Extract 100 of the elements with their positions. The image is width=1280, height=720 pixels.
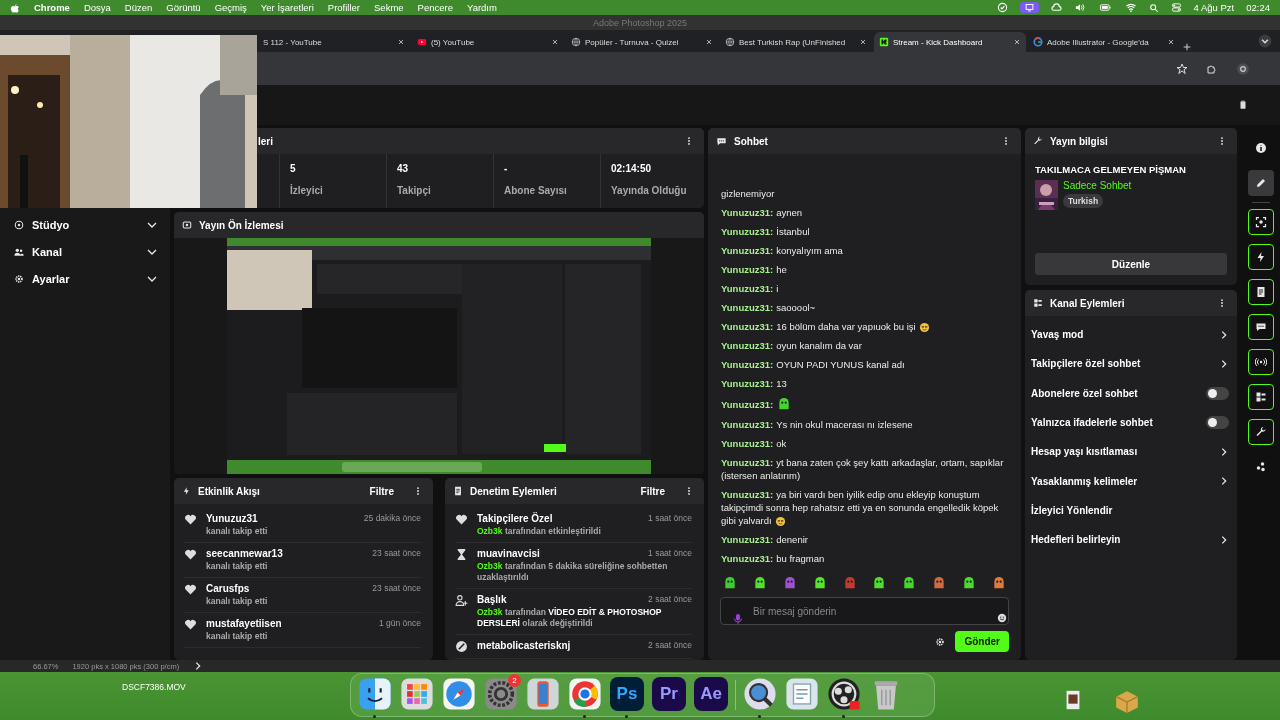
send-button[interactable]: Gönder xyxy=(955,631,1009,652)
rail-button[interactable] xyxy=(1247,209,1274,235)
close-icon[interactable] xyxy=(551,38,559,46)
mic-icon[interactable] xyxy=(732,613,744,625)
action-title: Başlık xyxy=(477,594,507,605)
compass-icon[interactable] xyxy=(442,677,476,711)
battery-icon[interactable] xyxy=(1097,2,1113,13)
globe-icon xyxy=(571,37,581,47)
app-tile[interactable]: Ae xyxy=(694,677,728,711)
menu-item[interactable]: Sekme xyxy=(374,2,404,13)
browser-tab[interactable]: S 112 - YouTube xyxy=(258,32,410,52)
search-icon[interactable] xyxy=(1148,2,1159,13)
action-row[interactable]: Yalnızca ifadelerle sohbet xyxy=(1025,407,1237,438)
close-icon[interactable] xyxy=(397,38,405,46)
app-tile[interactable]: Ps xyxy=(610,677,644,711)
action-row[interactable]: Hedefleri belirleyin xyxy=(1025,525,1237,555)
file-label[interactable]: DSCF7386.MOV xyxy=(122,682,186,692)
browser-tab[interactable]: Popüler - Turnuva - Quizei xyxy=(566,32,718,52)
event-user: Carusfps xyxy=(206,583,250,594)
menu-item[interactable]: Profiller xyxy=(327,2,361,13)
rail-button[interactable] xyxy=(1247,419,1274,445)
action-row[interactable]: Abonelere özel sohbet xyxy=(1025,378,1237,408)
stat-value: 5 xyxy=(290,163,297,174)
rail-button[interactable] xyxy=(1247,279,1274,305)
profile-icon[interactable] xyxy=(1236,61,1250,76)
apple-icon[interactable] xyxy=(10,2,20,13)
sidebar-item[interactable]: Stüdyo xyxy=(0,216,170,234)
menu-item[interactable]: Yer İşaretleri xyxy=(260,2,314,13)
action-row[interactable]: Yavaş mod xyxy=(1025,320,1237,350)
action-row[interactable]: İzleyici Yönlendir xyxy=(1025,495,1237,526)
close-icon[interactable] xyxy=(1167,38,1175,46)
menu-item[interactable]: Görüntü xyxy=(166,2,201,13)
record-icon[interactable] xyxy=(827,677,861,711)
filter-button[interactable]: Filtre xyxy=(640,485,677,497)
filter-button[interactable]: Filtre xyxy=(369,485,406,497)
category-link[interactable]: Sadece Sohbet xyxy=(1063,180,1132,191)
toggles-icon[interactable] xyxy=(1170,2,1182,13)
chat-message: Yunuzuz31: OYUN PADI YUNUS kanal adı xyxy=(721,359,905,370)
phone-icon[interactable] xyxy=(526,677,560,711)
panel-title: Yayın Ön İzlemesi xyxy=(199,219,285,231)
edit-button[interactable]: Düzenle xyxy=(1035,253,1227,275)
browser-tab[interactable]: Adobe Illustrator - Google'da xyxy=(1028,32,1180,52)
rail-button[interactable] xyxy=(1247,384,1274,410)
clipboard-icon[interactable] xyxy=(1238,99,1248,111)
close-icon[interactable] xyxy=(705,38,713,46)
emoji-icon[interactable] xyxy=(997,613,1007,623)
sidebar-item[interactable]: Kanal xyxy=(0,243,170,261)
menu-item[interactable]: Pencere xyxy=(417,2,453,13)
menu-date[interactable]: 4 Ağu Pzt xyxy=(1193,2,1235,13)
close-icon[interactable] xyxy=(859,38,867,46)
action-detail: Ozb3k tarafından VİDEO EDİT & PHOTOSHOP DERSLERİ olarak değiştirildi xyxy=(477,607,663,629)
volume-icon[interactable] xyxy=(1073,2,1086,13)
launchpad-icon[interactable] xyxy=(400,677,434,711)
action-row[interactable]: Hesap yaşı kısıtlaması xyxy=(1025,437,1237,467)
action-time: 1 saat önce xyxy=(648,548,692,559)
chat-message: Yunuzuz31: konyalıyım ama xyxy=(721,245,843,256)
files-icon[interactable] xyxy=(785,677,819,711)
display-icon xyxy=(1023,3,1035,12)
cloud-icon[interactable] xyxy=(1050,2,1062,13)
rail-button[interactable] xyxy=(1247,349,1274,375)
event-action: kanalı takip etti xyxy=(206,561,269,572)
toggle-switch[interactable] xyxy=(1206,416,1229,430)
browser-tab[interactable]: Stream - Kick Dashboard xyxy=(874,32,1026,52)
chat-message: Yunuzuz31: oyun kanalım da var xyxy=(721,340,862,351)
magnifier-icon[interactable] xyxy=(743,677,777,711)
menu-item[interactable]: Yardım xyxy=(467,2,497,13)
settings-icon[interactable] xyxy=(484,677,518,711)
site-icon xyxy=(879,37,889,47)
finder-icon[interactable] xyxy=(358,677,392,711)
app-tile[interactable]: Pr xyxy=(652,677,686,711)
layout-icon xyxy=(1254,391,1267,403)
action-row[interactable]: Takipçilere özel sohbet xyxy=(1025,349,1237,379)
menu-item[interactable]: Geçmiş xyxy=(214,2,247,13)
toggle-switch[interactable] xyxy=(1206,386,1229,400)
action-time: 1 saat önce xyxy=(648,513,692,524)
rail-button[interactable] xyxy=(1247,314,1274,340)
browser-tab[interactable]: Best Turkish Rap (UnFinished xyxy=(720,32,872,52)
action-detail: Ozb3k tarafından etkinleştirildi xyxy=(477,526,602,537)
stat-value: 43 xyxy=(397,163,410,174)
wifi-icon[interactable] xyxy=(1124,2,1137,13)
stat-label: İzleyici xyxy=(290,185,324,196)
star-icon[interactable] xyxy=(1176,62,1188,75)
rail-button[interactable] xyxy=(1247,244,1274,270)
action-title: muavinavcisi xyxy=(477,548,540,559)
tab-list-icon[interactable] xyxy=(1258,34,1272,48)
menu-clock[interactable]: 02:24 xyxy=(1246,2,1270,13)
action-row[interactable]: Yasaklanmış kelimeler xyxy=(1025,466,1237,496)
gear-icon[interactable] xyxy=(935,636,946,647)
menu-item[interactable]: Dosya xyxy=(83,2,111,13)
browser-icon[interactable] xyxy=(568,677,602,711)
message-field[interactable]: Bir mesaj gönderin xyxy=(720,597,1009,625)
sidebar-item[interactable]: Ayarlar xyxy=(0,270,170,288)
menu-item[interactable]: Düzen xyxy=(124,2,153,13)
plus-icon[interactable] xyxy=(1182,42,1192,52)
rail-button[interactable] xyxy=(1247,170,1274,196)
sync-icon[interactable] xyxy=(996,2,1008,13)
screen-mirror-button[interactable] xyxy=(1019,2,1039,13)
menu-item[interactable]: Chrome xyxy=(34,2,70,13)
browser-tab[interactable]: (5) YouTube xyxy=(412,32,564,52)
close-icon[interactable] xyxy=(1013,38,1021,46)
